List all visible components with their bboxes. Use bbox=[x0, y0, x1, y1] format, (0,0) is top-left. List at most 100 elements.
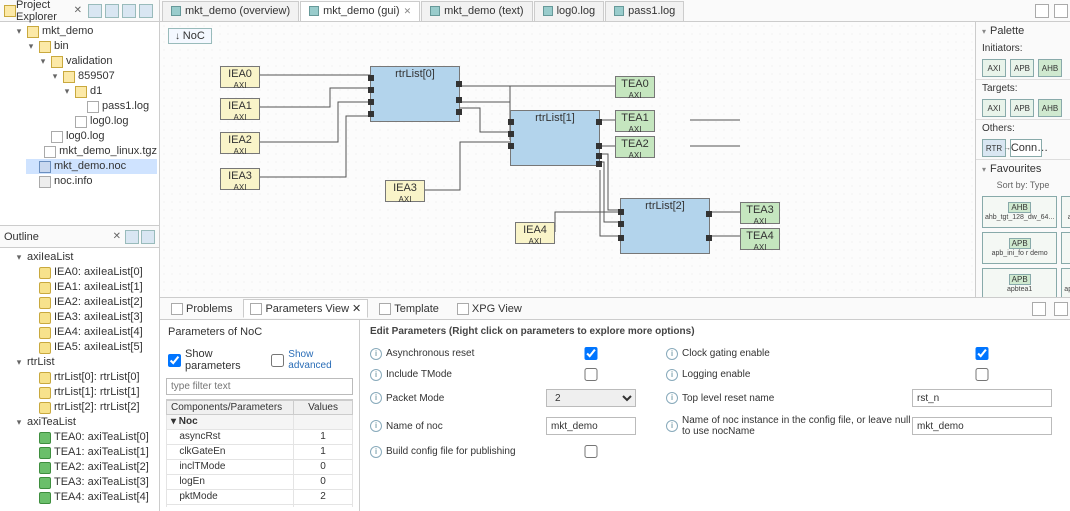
info-icon[interactable]: i bbox=[666, 369, 678, 381]
palette-rtr-button[interactable]: RTR bbox=[982, 139, 1006, 157]
outline-item[interactable]: IEA1: axiIeaList[1] bbox=[26, 280, 157, 295]
checkbox-include-tmode[interactable] bbox=[546, 368, 636, 381]
close-icon[interactable]: ✕ bbox=[111, 231, 123, 242]
collapse-all-icon[interactable] bbox=[88, 4, 102, 18]
tree-item[interactable]: pass1.log bbox=[102, 99, 149, 114]
favourite-item[interactable]: AHBahb_tgt_128_dw_64... bbox=[1061, 196, 1070, 228]
outline-group[interactable]: axiTeaList bbox=[27, 415, 76, 430]
checkbox-publish[interactable] bbox=[546, 445, 636, 458]
tree-item[interactable]: validation bbox=[66, 54, 112, 69]
tree-item[interactable]: log0.log bbox=[66, 129, 105, 144]
select-packet-mode[interactable]: 2 bbox=[546, 389, 636, 407]
info-icon[interactable]: i bbox=[370, 446, 382, 458]
info-icon[interactable]: i bbox=[370, 369, 382, 381]
outline-group[interactable]: axiIeaList bbox=[27, 250, 73, 265]
param-row[interactable]: pktMode2 bbox=[167, 490, 353, 505]
input-top-reset[interactable] bbox=[912, 389, 1052, 407]
tree-item[interactable]: mkt_demo_linux.tgz bbox=[59, 144, 157, 159]
param-row[interactable]: ▾ Noc bbox=[167, 415, 353, 430]
link-editor-icon[interactable] bbox=[105, 4, 119, 18]
node-tea3[interactable]: TEA3AXI bbox=[740, 202, 780, 224]
tree-item[interactable]: log0.log bbox=[90, 114, 129, 129]
node-iea2[interactable]: IEA2AXI bbox=[220, 132, 260, 154]
tab-template[interactable]: Template bbox=[372, 300, 446, 318]
tab-gui[interactable]: mkt_demo (gui)✕ bbox=[300, 1, 420, 21]
node-iea3[interactable]: IEA3AXI bbox=[220, 168, 260, 190]
info-icon[interactable]: i bbox=[666, 392, 678, 404]
tab-problems[interactable]: Problems bbox=[164, 300, 239, 318]
tree-item[interactable]: 859507 bbox=[78, 69, 115, 84]
view-menu-icon[interactable] bbox=[139, 4, 153, 18]
tree-item[interactable]: noc.info bbox=[54, 174, 93, 189]
palette-axi-button[interactable]: AXI bbox=[982, 99, 1006, 117]
favourite-item[interactable]: APBapb_tgt_128_dw_64_aw bbox=[1061, 268, 1070, 297]
info-icon[interactable]: i bbox=[370, 392, 382, 404]
outline-item[interactable]: IEA3: axiIeaList[3] bbox=[26, 310, 157, 325]
checkbox-clock-gate[interactable] bbox=[912, 347, 1052, 360]
param-row[interactable]: topRstrst_n bbox=[167, 505, 353, 508]
project-tree[interactable]: ▾mkt_demo ▾bin ▾validation ▾859507 ▾d1 p… bbox=[0, 22, 159, 225]
minimize-icon[interactable] bbox=[1035, 4, 1049, 18]
parameters-table[interactable]: Components/ParametersValues ▾ Noc asyncR… bbox=[166, 399, 353, 507]
outline-min-icon[interactable] bbox=[125, 230, 139, 244]
outline-item[interactable]: IEA0: axiIeaList[0] bbox=[26, 265, 157, 280]
tree-item[interactable]: mkt_demo bbox=[42, 24, 93, 39]
filter-input[interactable] bbox=[166, 378, 353, 395]
favourite-item[interactable]: APBapbtea1 bbox=[982, 268, 1057, 297]
input-inst-name[interactable] bbox=[912, 417, 1052, 435]
info-icon[interactable]: i bbox=[666, 420, 678, 432]
close-icon[interactable]: ✕ bbox=[404, 6, 412, 17]
node-iea4[interactable]: IEA4AXI bbox=[515, 222, 555, 244]
outline-item[interactable]: IEA5: axiIeaList[5] bbox=[26, 340, 157, 355]
palette-apb-button[interactable]: APB bbox=[1010, 99, 1034, 117]
outline-item[interactable]: TEA3: axiTeaList[3] bbox=[26, 475, 157, 490]
node-tea1[interactable]: TEA1AXI bbox=[615, 110, 655, 132]
checkbox-logging[interactable] bbox=[912, 368, 1052, 381]
node-rtr2[interactable]: rtrList[2] bbox=[620, 198, 710, 254]
checkbox-async-reset[interactable] bbox=[546, 347, 636, 360]
info-icon[interactable]: i bbox=[370, 420, 382, 432]
favourite-item[interactable]: APBapb_ini_fo r demo bbox=[982, 232, 1057, 264]
tab-log0[interactable]: log0.log bbox=[534, 1, 605, 21]
node-iea3b[interactable]: IEA3AXI bbox=[385, 180, 425, 202]
node-tea4[interactable]: TEA4AXI bbox=[740, 228, 780, 250]
node-tea2[interactable]: TEA2AXI bbox=[615, 136, 655, 158]
outline-item[interactable]: TEA4: axiTeaList[4] bbox=[26, 490, 157, 505]
param-row[interactable]: logEn0 bbox=[167, 475, 353, 490]
param-row[interactable]: inclTMode0 bbox=[167, 460, 353, 475]
palette-apb-button[interactable]: APB bbox=[1010, 59, 1034, 77]
node-iea1[interactable]: IEA1AXI bbox=[220, 98, 260, 120]
tab-overview[interactable]: mkt_demo (overview) bbox=[162, 1, 299, 21]
info-icon[interactable]: i bbox=[370, 348, 382, 360]
filter-icon[interactable] bbox=[122, 4, 136, 18]
tree-item-selected[interactable]: mkt_demo.noc bbox=[54, 159, 126, 174]
tab-parameters[interactable]: Parameters View✕ bbox=[243, 299, 368, 318]
palette-ahb-button[interactable]: AHB bbox=[1038, 59, 1062, 77]
palette-axi-button[interactable]: AXI bbox=[982, 59, 1006, 77]
show-parameters-checkbox[interactable]: Show parameters bbox=[168, 348, 261, 372]
close-icon[interactable]: ✕ bbox=[352, 302, 361, 315]
outline-tree[interactable]: ▾axiIeaList IEA0: axiIeaList[0]IEA1: axi… bbox=[0, 248, 159, 511]
favourite-item[interactable]: APBapb_ini_for demo ... bbox=[1061, 232, 1070, 264]
diagram-canvas[interactable]: ↓ NoC bbox=[160, 22, 975, 297]
node-rtr0[interactable]: rtrList[0] bbox=[370, 66, 460, 122]
outline-item[interactable]: TEA1: axiTeaList[1] bbox=[26, 445, 157, 460]
input-noc-name[interactable] bbox=[546, 417, 636, 435]
palette-favourites[interactable]: Favourites bbox=[990, 163, 1041, 175]
palette-ahb-button[interactable]: AHB bbox=[1038, 99, 1062, 117]
outline-group[interactable]: rtrList bbox=[27, 355, 55, 370]
outline-item[interactable]: TEA0: axiTeaList[0] bbox=[26, 430, 157, 445]
outline-item[interactable]: IEA4: axiIeaList[4] bbox=[26, 325, 157, 340]
palette-conn-button[interactable]: →Conn… bbox=[1010, 139, 1042, 157]
node-iea0[interactable]: IEA0AXI bbox=[220, 66, 260, 88]
maximize-icon[interactable] bbox=[1054, 4, 1068, 18]
minimize-icon[interactable] bbox=[1032, 302, 1046, 316]
param-row[interactable]: asyncRst1 bbox=[167, 430, 353, 445]
node-rtr1[interactable]: rtrList[1] bbox=[510, 110, 600, 166]
close-icon[interactable]: ✕ bbox=[72, 5, 84, 16]
outline-item[interactable]: rtrList[1]: rtrList[1] bbox=[26, 385, 157, 400]
favourite-item[interactable]: AHBahb_tgt_128_dw_64... bbox=[982, 196, 1057, 228]
param-row[interactable]: clkGateEn1 bbox=[167, 445, 353, 460]
outline-item[interactable]: rtrList[2]: rtrList[2] bbox=[26, 400, 157, 415]
info-icon[interactable]: i bbox=[666, 348, 678, 360]
